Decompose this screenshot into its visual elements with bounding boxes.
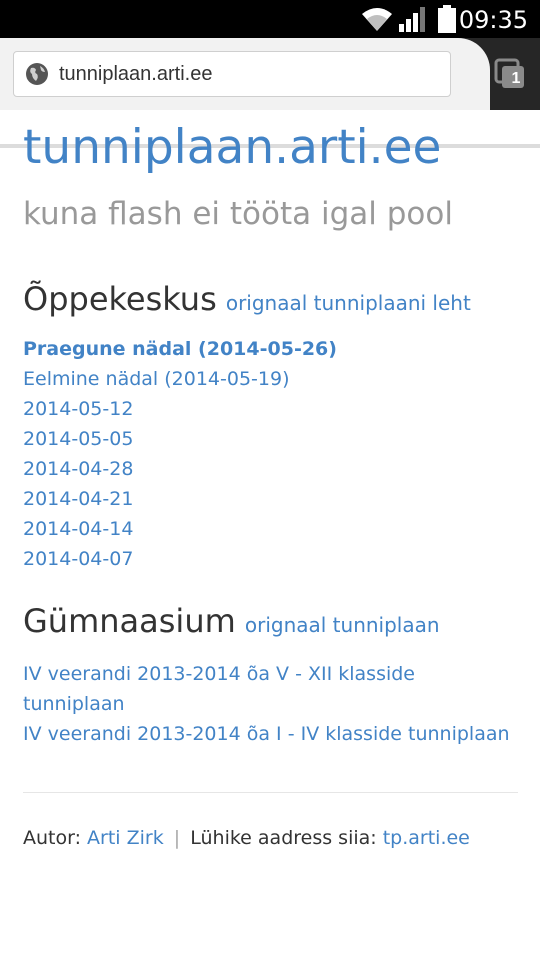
list-item: IV veerandi 2013-2014 õa V - XII klassid… — [23, 659, 510, 689]
footer-divider — [23, 792, 518, 793]
author-label: Autor: — [23, 827, 81, 849]
week-link[interactable]: 2014-04-21 — [23, 488, 133, 510]
tab-count: 1 — [511, 70, 521, 87]
list-item: 2014-04-21 — [23, 484, 337, 514]
list-item: Praegune nädal (2014-05-26) — [23, 334, 337, 364]
battery-icon — [437, 5, 457, 37]
gymnaasium-link-list: IV veerandi 2013-2014 õa V - XII klassid… — [23, 659, 510, 749]
week-link-previous[interactable]: Eelmine nädal (2014-05-19) — [23, 368, 289, 390]
browser-toolbar: tunniplaan.arti.ee 1 — [0, 38, 540, 148]
author-link[interactable]: Arti Zirk — [87, 827, 164, 849]
section-gymnaasium: Gümnaasium orignaal tunniplaan — [23, 602, 440, 640]
tabs-button[interactable]: 1 — [492, 58, 528, 90]
url-text: tunniplaan.arti.ee — [59, 63, 213, 85]
list-item: tunniplaan — [23, 689, 510, 719]
list-item: 2014-05-05 — [23, 424, 337, 454]
wifi-icon — [360, 5, 394, 37]
gymnaasium-heading: Gümnaasium — [23, 602, 236, 640]
section-oppekeskus: Õppekeskus orignaal tunniplaani leht — [23, 280, 471, 318]
status-time: 09:35 — [458, 6, 528, 34]
week-link[interactable]: 2014-05-05 — [23, 428, 133, 450]
oppekeskus-heading: Õppekeskus — [23, 280, 217, 318]
list-item: 2014-04-14 — [23, 514, 337, 544]
signal-icon — [398, 5, 428, 37]
list-item: 2014-04-07 — [23, 544, 337, 574]
list-item: Eelmine nädal (2014-05-19) — [23, 364, 337, 394]
oppekeskus-original-link[interactable]: orignaal tunniplaani leht — [226, 291, 471, 315]
week-link-current[interactable]: Praegune nädal (2014-05-26) — [23, 338, 337, 360]
schedule-link-v-xii[interactable]: IV veerandi 2013-2014 õa V - XII klassid… — [23, 663, 415, 685]
list-item: IV veerandi 2013-2014 õa I - IV klasside… — [23, 719, 510, 749]
list-item: 2014-05-12 — [23, 394, 337, 424]
short-address-label: Lühike aadress siia: — [190, 827, 377, 849]
list-item: 2014-04-28 — [23, 454, 337, 484]
schedule-link-i-iv[interactable]: IV veerandi 2013-2014 õa I - IV klasside… — [23, 723, 510, 745]
short-address-link[interactable]: tp.arti.ee — [383, 827, 470, 849]
gymnaasium-original-link[interactable]: orignaal tunniplaan — [245, 613, 440, 637]
week-link[interactable]: 2014-04-14 — [23, 518, 133, 540]
week-link[interactable]: 2014-05-12 — [23, 398, 133, 420]
week-link[interactable]: 2014-04-28 — [23, 458, 133, 480]
site-tagline: kuna flash ei tööta igal pool — [23, 196, 453, 232]
week-link[interactable]: 2014-04-07 — [23, 548, 133, 570]
globe-icon — [25, 62, 49, 90]
url-bar[interactable]: tunniplaan.arti.ee — [13, 51, 451, 97]
site-title: tunniplaan.arti.ee — [23, 120, 442, 175]
oppekeskus-week-list: Praegune nädal (2014-05-26) Eelmine näda… — [23, 334, 337, 574]
footer-separator: | — [173, 827, 181, 849]
status-bar: 09:35 — [0, 0, 540, 38]
footer: Autor: Arti Zirk | Lühike aadress siia: … — [23, 827, 470, 849]
schedule-link-v-xii-cont[interactable]: tunniplaan — [23, 693, 125, 715]
